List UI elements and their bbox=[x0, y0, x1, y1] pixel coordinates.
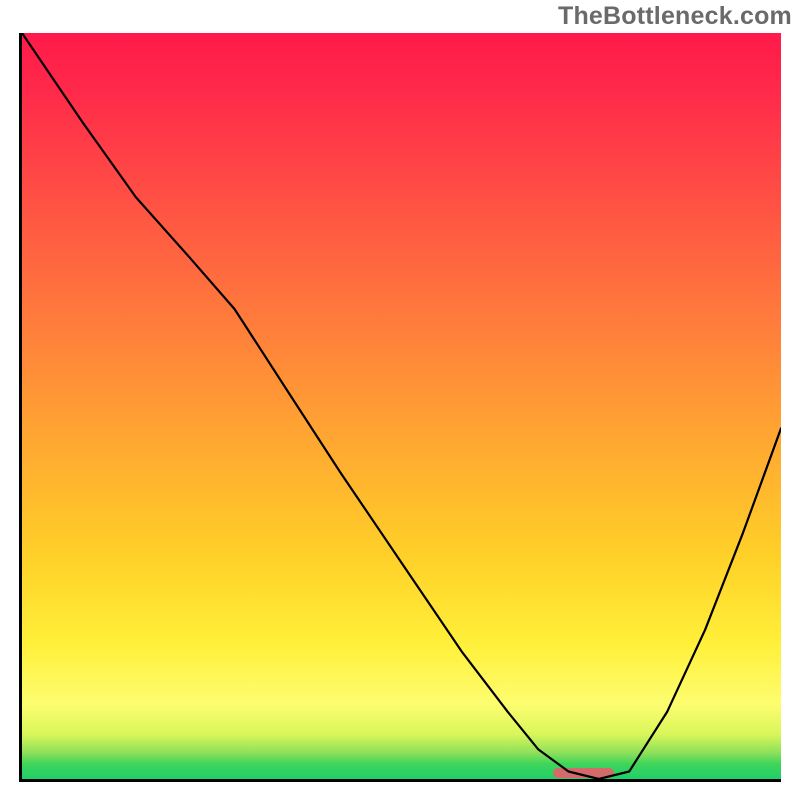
plot-area bbox=[19, 33, 781, 782]
bottleneck-curve-svg bbox=[22, 33, 781, 779]
bottleneck-curve-path bbox=[22, 33, 781, 779]
watermark-text: TheBottleneck.com bbox=[558, 2, 792, 31]
chart-frame: TheBottleneck.com bbox=[0, 0, 800, 800]
